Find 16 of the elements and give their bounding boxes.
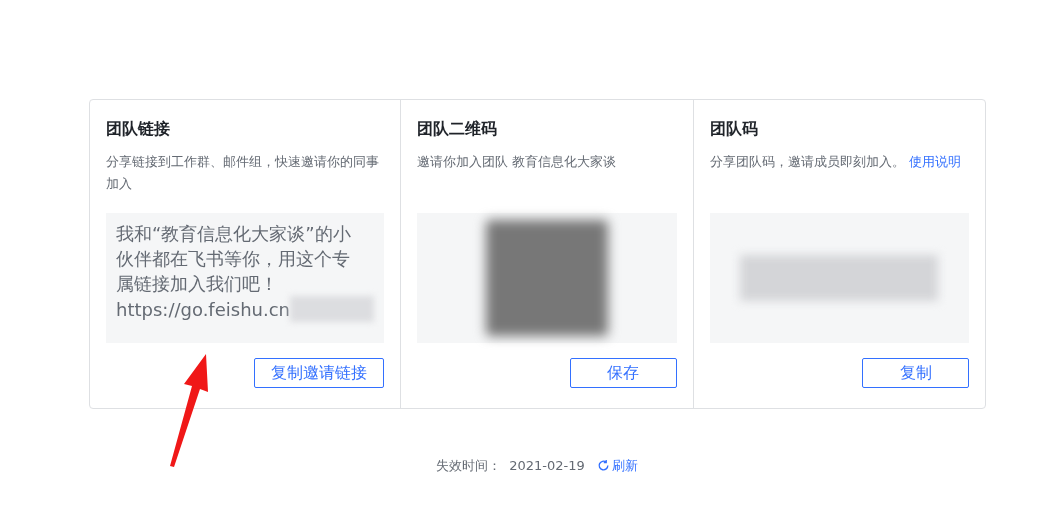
panel-title: 团队链接	[106, 118, 171, 140]
refresh-button[interactable]: 刷新	[596, 456, 638, 476]
panel-title: 团队二维码	[417, 118, 498, 140]
action-button[interactable]: 复制	[862, 358, 969, 388]
expiry-date: 2021-02-19	[509, 457, 585, 475]
expiry-label: 失效时间：	[436, 457, 502, 475]
action-button[interactable]: 复制邀请链接	[254, 358, 384, 388]
action-button[interactable]: 保存	[569, 358, 677, 388]
panel-description: 邀请你加入团队 教育信息化大家谈	[417, 153, 618, 171]
refresh-icon	[596, 459, 610, 473]
invite-message: 我和“教育信息化大家谈”的小伙伴都在飞书等你，用这个专属链接加入我们吧！	[116, 222, 352, 296]
panel-title: 团队码	[709, 118, 759, 140]
panel-description: 分享团队码，邀请成员即刻加入。 使用说明	[709, 153, 962, 171]
panel-description: 分享链接到工作群、邮件组，快速邀请你的同事加入	[106, 153, 380, 193]
usage-link[interactable]: 使用说明	[908, 154, 961, 169]
invite-url: https://go.feishu.cn	[116, 297, 290, 322]
